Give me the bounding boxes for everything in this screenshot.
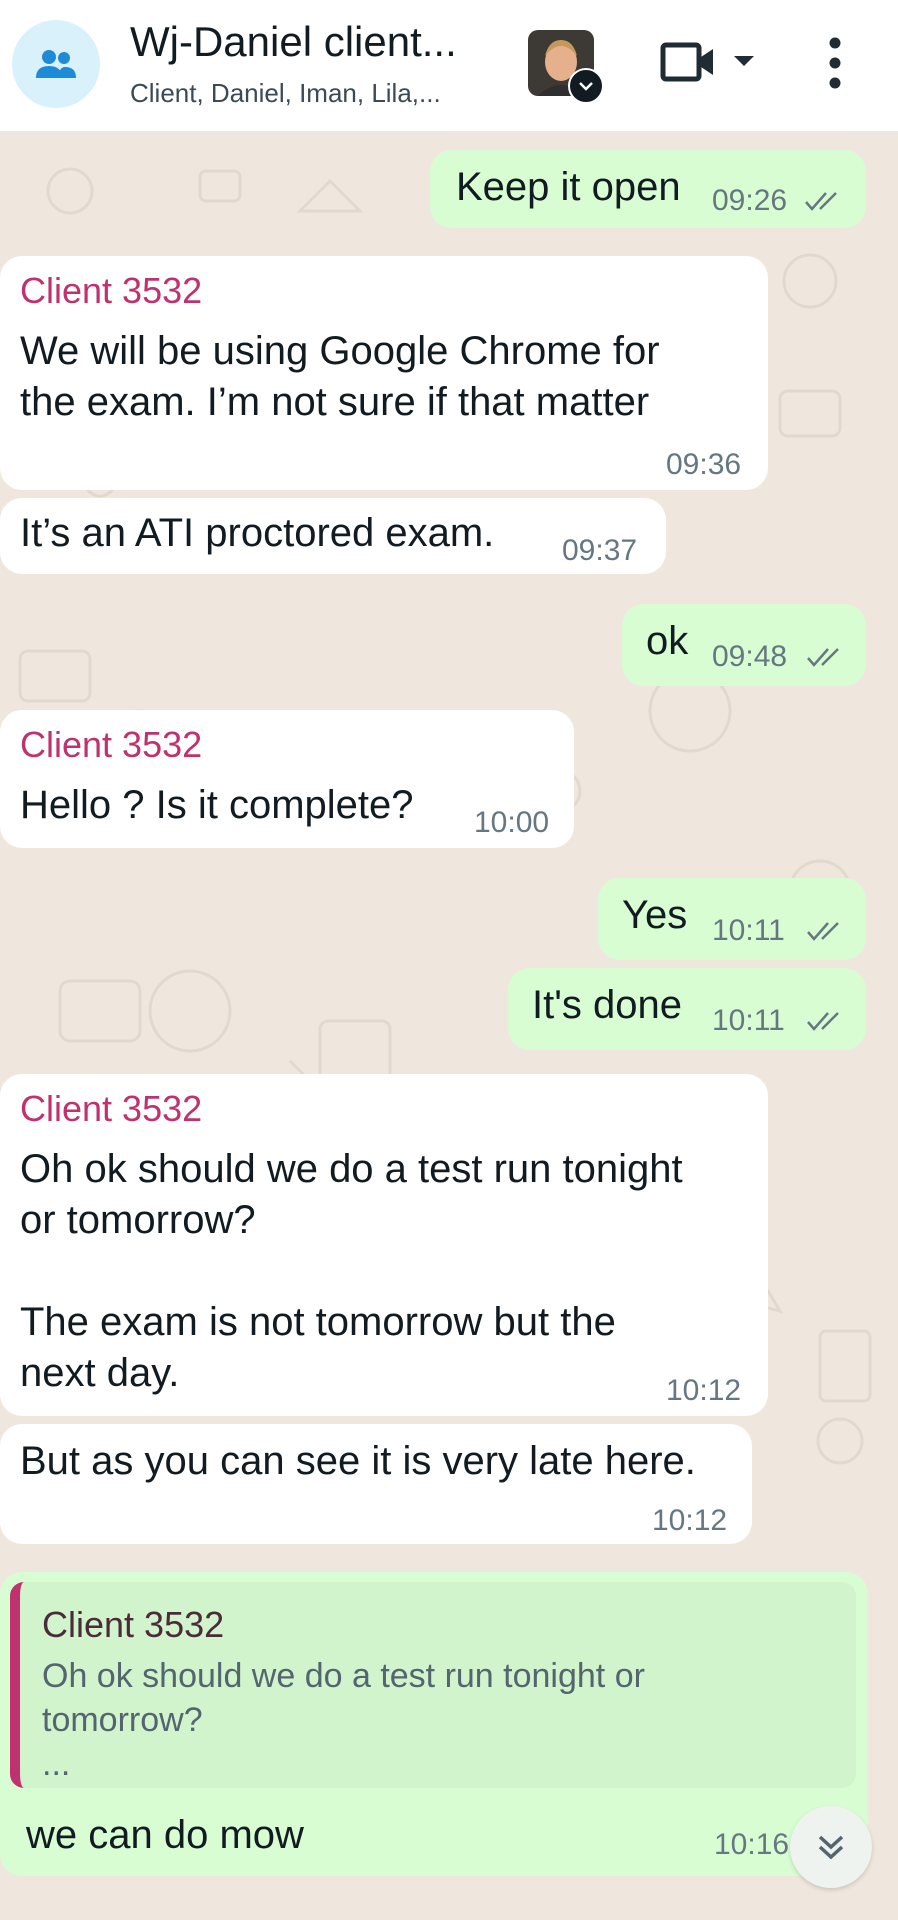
message-bubble-outgoing[interactable]: Yes 10:11 xyxy=(598,878,866,960)
group-avatar[interactable] xyxy=(12,20,100,108)
chevron-down-badge-icon xyxy=(568,68,604,104)
chevron-down-icon[interactable] xyxy=(732,54,756,68)
quoted-more: ... xyxy=(42,1745,71,1783)
double-check-icon xyxy=(805,192,837,211)
message-bubble-incoming[interactable]: Client 3532 We will be using Google Chro… xyxy=(0,256,768,490)
message-time: 10:12 xyxy=(666,1374,742,1407)
chat-header: Wj-Daniel client... Client, Daniel, Iman… xyxy=(0,0,898,131)
sender-name[interactable]: Client 3532 xyxy=(20,1088,202,1130)
message-text: ok xyxy=(646,619,689,663)
double-check-icon xyxy=(807,1012,839,1031)
group-icon xyxy=(36,50,76,78)
message-text: It’s an ATI proctored exam. xyxy=(20,511,495,555)
message-bubble-incoming[interactable]: Client 3532 Hello ? Is it complete? 10:0… xyxy=(0,710,574,848)
message-time: 10:11 xyxy=(712,914,785,947)
double-check-icon xyxy=(807,922,839,941)
quoted-text: Oh ok should we do a test run tonight or… xyxy=(42,1654,802,1786)
message-bubble-outgoing[interactable]: It's done 10:11 xyxy=(508,968,866,1050)
message-bubble-outgoing[interactable]: Keep it open 09:26 xyxy=(430,150,866,228)
message-time: 10:16 xyxy=(714,1828,790,1861)
more-vert-icon[interactable] xyxy=(828,36,842,90)
quoted-message[interactable]: Client 3532 Oh ok should we do a test ru… xyxy=(10,1582,856,1788)
message-bubble-outgoing-reply[interactable]: Client 3532 Oh ok should we do a test ru… xyxy=(0,1572,868,1876)
message-text: Oh ok should we do a test run tonight or… xyxy=(20,1147,683,1395)
message-time: 10:11 xyxy=(712,1004,785,1037)
message-text: Yes xyxy=(622,893,688,937)
message-time: 09:26 xyxy=(712,184,788,217)
message-text: Keep it open xyxy=(456,165,681,209)
sender-name[interactable]: Client 3532 xyxy=(20,270,202,312)
quoted-sender-name: Client 3532 xyxy=(42,1604,225,1645)
chat-title[interactable]: Wj-Daniel client... xyxy=(130,18,457,66)
message-time: 10:12 xyxy=(652,1504,728,1537)
sender-name[interactable]: Client 3532 xyxy=(20,724,202,766)
quoted-message-text: Oh ok should we do a test run tonight or… xyxy=(42,1657,645,1739)
scroll-down-icon xyxy=(818,1835,844,1860)
scroll-to-bottom-button[interactable] xyxy=(790,1806,872,1888)
message-time: 09:37 xyxy=(562,534,638,567)
message-text: But as you can see it is very late here. xyxy=(20,1439,696,1483)
message-text: We will be using Google Chrome for the e… xyxy=(20,329,660,424)
message-text: It's done xyxy=(532,983,682,1027)
chat-participants[interactable]: Client, Daniel, Iman, Lila,... xyxy=(130,78,441,109)
video-call-icon[interactable] xyxy=(660,40,716,84)
double-check-icon xyxy=(807,648,839,667)
message-bubble-incoming[interactable]: But as you can see it is very late here.… xyxy=(0,1424,752,1544)
message-text: we can do mow xyxy=(26,1813,304,1857)
message-bubble-incoming[interactable]: It’s an ATI proctored exam. 09:37 xyxy=(0,498,666,574)
message-text: Hello ? Is it complete? xyxy=(20,783,414,827)
message-time: 10:00 xyxy=(474,806,550,839)
message-bubble-incoming[interactable]: Client 3532 Oh ok should we do a test ru… xyxy=(0,1074,768,1416)
message-time: 09:36 xyxy=(666,448,742,481)
message-bubble-outgoing[interactable]: ok 09:48 xyxy=(622,604,866,686)
message-time: 09:48 xyxy=(712,640,788,673)
